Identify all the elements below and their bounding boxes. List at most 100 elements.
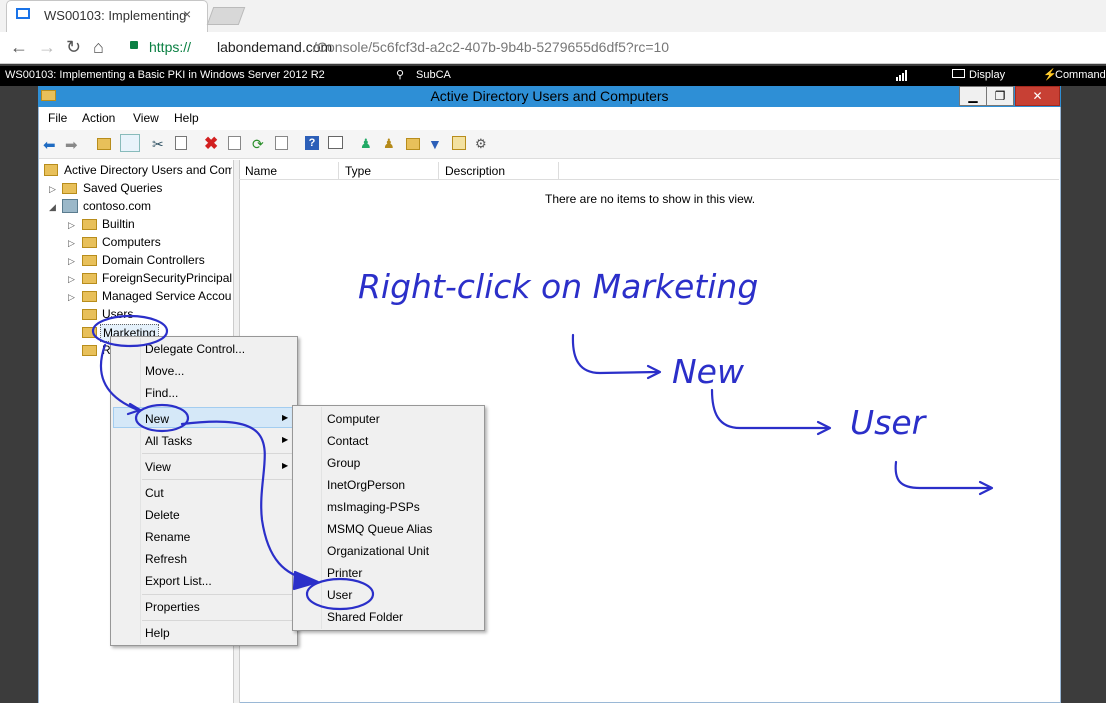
menu-item-export-list[interactable]: Export List... — [145, 574, 212, 588]
tree-item-computers[interactable]: Computers — [102, 235, 161, 249]
expand-icon[interactable]: ▷ — [68, 220, 75, 231]
window-title: Active Directory Users and Computers — [430, 88, 669, 104]
tree-item-root[interactable]: Active Directory Users and Com — [64, 163, 232, 177]
forward-arrow-icon[interactable]: → — [38, 37, 56, 58]
menu-item-view[interactable]: View — [145, 460, 171, 474]
menu-item-move[interactable]: Move... — [145, 364, 184, 378]
column-type[interactable]: Type — [345, 164, 371, 178]
close-window-button[interactable]: ✕ — [1015, 86, 1060, 106]
lab-title: WS00103: Implementing a Basic PKI in Win… — [5, 69, 325, 81]
submenu-item-inetorgperson[interactable]: InetOrgPerson — [327, 478, 405, 492]
new-group-icon[interactable]: ♟ — [383, 136, 399, 152]
submenu-item-user[interactable]: User — [327, 588, 352, 602]
back-arrow-icon[interactable]: ← — [10, 37, 28, 58]
expand-icon[interactable]: ▷ — [68, 292, 75, 303]
menu-item-new[interactable]: New — [145, 412, 169, 426]
display-icon — [952, 69, 965, 78]
up-folder-icon[interactable] — [97, 138, 111, 150]
column-separator[interactable] — [438, 162, 439, 179]
expand-icon[interactable]: ▷ — [68, 256, 75, 267]
menu-file[interactable]: File — [48, 111, 67, 125]
console-icon[interactable] — [328, 136, 343, 149]
refresh-icon[interactable]: ⟳ — [252, 136, 268, 152]
menu-item-delete[interactable]: Delete — [145, 508, 180, 522]
new-tab-button[interactable] — [206, 7, 246, 25]
tree-item-users[interactable]: Users — [102, 307, 133, 321]
restore-button[interactable]: ❐ — [986, 86, 1014, 106]
folder-icon — [82, 237, 97, 248]
help-icon[interactable]: ? — [305, 136, 319, 150]
submenu-item-group[interactable]: Group — [327, 456, 360, 470]
machine-name[interactable]: SubCA — [416, 69, 451, 81]
submenu-item-contact[interactable]: Contact — [327, 434, 368, 448]
cut-icon[interactable]: ✂ — [152, 136, 168, 152]
submenu-item-shared-folder[interactable]: Shared Folder — [327, 610, 403, 624]
column-separator[interactable] — [558, 162, 559, 179]
toolbar — [39, 130, 1060, 159]
expand-icon[interactable]: ▷ — [68, 274, 75, 285]
folder-icon — [82, 309, 97, 320]
column-name[interactable]: Name — [245, 164, 277, 178]
menu-separator — [142, 594, 294, 595]
menu-item-help[interactable]: Help — [145, 626, 170, 640]
menu-item-properties[interactable]: Properties — [145, 600, 200, 614]
tree-item-saved-queries[interactable]: Saved Queries — [83, 181, 162, 195]
find-icon[interactable] — [452, 136, 466, 150]
submenu-item-msimaging-psps[interactable]: msImaging-PSPs — [327, 500, 420, 514]
menu-gutter — [321, 407, 322, 629]
tree-item-managed-service-accounts[interactable]: Managed Service Accour — [102, 289, 232, 303]
delete-icon[interactable]: ✖ — [204, 135, 220, 152]
properties-icon[interactable] — [228, 136, 241, 150]
menu-item-refresh[interactable]: Refresh — [145, 552, 187, 566]
ou-folder-icon — [82, 327, 97, 338]
new-user-icon[interactable]: ♟ — [360, 136, 376, 152]
home-icon[interactable]: ⌂ — [93, 37, 104, 58]
submenu-item-printer[interactable]: Printer — [327, 566, 362, 580]
export-icon[interactable] — [275, 136, 288, 150]
submenu-item-organizational-unit[interactable]: Organizational Unit — [327, 544, 429, 558]
menu-item-rename[interactable]: Rename — [145, 530, 190, 544]
menu-item-find[interactable]: Find... — [145, 386, 178, 400]
show-tree-icon[interactable] — [120, 134, 140, 152]
filter-icon[interactable]: ▼ — [428, 136, 444, 152]
menu-gutter — [140, 338, 141, 644]
tree-item-foreign-security-principals[interactable]: ForeignSecurityPrincipals — [102, 271, 232, 285]
menu-view[interactable]: View — [133, 111, 159, 125]
add-to-group-icon[interactable]: ⚙ — [475, 136, 491, 152]
menu-item-cut[interactable]: Cut — [145, 486, 164, 500]
close-tab-icon[interactable]: × — [183, 6, 191, 22]
folder-icon — [82, 219, 97, 230]
expand-icon[interactable]: ▷ — [49, 184, 56, 195]
column-description[interactable]: Description — [445, 164, 505, 178]
minimize-button[interactable]: ▁ — [959, 86, 987, 106]
submenu-arrow-icon: ▶ — [282, 435, 289, 444]
signal-icon — [896, 70, 910, 81]
commands-button[interactable]: Command — [1055, 69, 1106, 81]
submenu-arrow-icon: ▶ — [282, 461, 289, 470]
copy-icon[interactable] — [175, 136, 187, 150]
collapse-icon[interactable]: ◢ — [49, 202, 56, 213]
tree-item-builtin[interactable]: Builtin — [102, 217, 135, 231]
menu-separator — [142, 453, 294, 454]
new-ou-icon[interactable] — [406, 138, 420, 150]
menu-action[interactable]: Action — [82, 111, 115, 125]
menu-item-new-highlight — [113, 407, 295, 428]
back-icon[interactable]: ⬅ — [43, 136, 59, 154]
forward-icon[interactable]: ➡ — [65, 136, 81, 154]
submenu-item-computer[interactable]: Computer — [327, 412, 380, 426]
reload-icon[interactable]: ↻ — [66, 37, 81, 58]
folder-icon — [62, 183, 77, 194]
aduc-root-icon — [44, 164, 58, 176]
monitor-icon — [16, 8, 30, 19]
expand-icon[interactable]: ▷ — [68, 238, 75, 249]
tree-item-domain-controllers[interactable]: Domain Controllers — [102, 253, 205, 267]
menu-item-all-tasks[interactable]: All Tasks — [145, 434, 192, 448]
tree-item-domain[interactable]: contoso.com — [83, 199, 151, 213]
menu-item-delegate-control[interactable]: Delegate Control... — [145, 342, 245, 356]
submenu-item-msmq-queue-alias[interactable]: MSMQ Queue Alias — [327, 522, 432, 536]
menu-help[interactable]: Help — [174, 111, 199, 125]
display-button[interactable]: Display — [969, 69, 1005, 81]
column-separator[interactable] — [338, 162, 339, 179]
pin-icon[interactable]: ⚲ — [396, 68, 404, 81]
menu-separator — [142, 620, 294, 621]
